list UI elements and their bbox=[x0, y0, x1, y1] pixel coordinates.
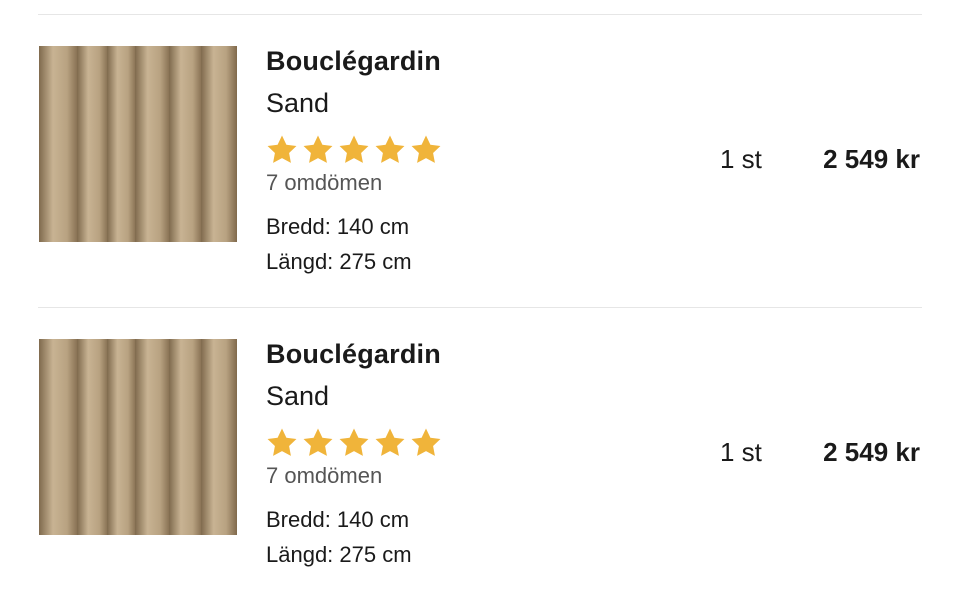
star-icon bbox=[339, 135, 369, 163]
curtain-fabric-thumbnail bbox=[39, 46, 237, 242]
item-divider bbox=[38, 307, 922, 308]
quantity[interactable]: 1 st bbox=[720, 144, 762, 174]
product-image[interactable] bbox=[39, 339, 237, 535]
product-image[interactable] bbox=[39, 46, 237, 242]
review-count-link[interactable]: 7 omdömen bbox=[266, 463, 382, 489]
star-icon bbox=[375, 428, 405, 456]
price: 2 549 kr bbox=[823, 144, 920, 174]
star-icon bbox=[339, 428, 369, 456]
product-width: Bredd: 140 cm bbox=[266, 507, 410, 532]
star-icon bbox=[411, 428, 441, 456]
star-icon bbox=[411, 135, 441, 163]
star-icon bbox=[303, 428, 333, 456]
product-title[interactable]: Bouclégardin bbox=[266, 339, 441, 369]
quantity[interactable]: 1 st bbox=[720, 437, 762, 467]
product-variant: Sand bbox=[266, 381, 330, 411]
price: 2 549 kr bbox=[823, 437, 920, 467]
cart-item: Bouclégardin Sand 7 omdömen Bredd: 140 c… bbox=[0, 46, 960, 316]
product-variant: Sand bbox=[266, 88, 330, 118]
star-icon bbox=[303, 135, 333, 163]
star-icon bbox=[375, 135, 405, 163]
star-icon bbox=[267, 428, 297, 456]
rating-stars bbox=[265, 426, 443, 460]
cart-item: Bouclégardin Sand 7 omdömen Bredd: 140 c… bbox=[0, 339, 960, 609]
top-divider bbox=[38, 14, 922, 15]
review-count-link[interactable]: 7 omdömen bbox=[266, 170, 382, 196]
star-icon bbox=[267, 135, 297, 163]
curtain-fabric-thumbnail bbox=[39, 339, 237, 535]
product-length: Längd: 275 cm bbox=[266, 249, 412, 274]
rating-stars bbox=[265, 133, 443, 167]
product-length: Längd: 275 cm bbox=[266, 542, 412, 567]
product-title[interactable]: Bouclégardin bbox=[266, 46, 441, 76]
product-width: Bredd: 140 cm bbox=[266, 214, 410, 239]
